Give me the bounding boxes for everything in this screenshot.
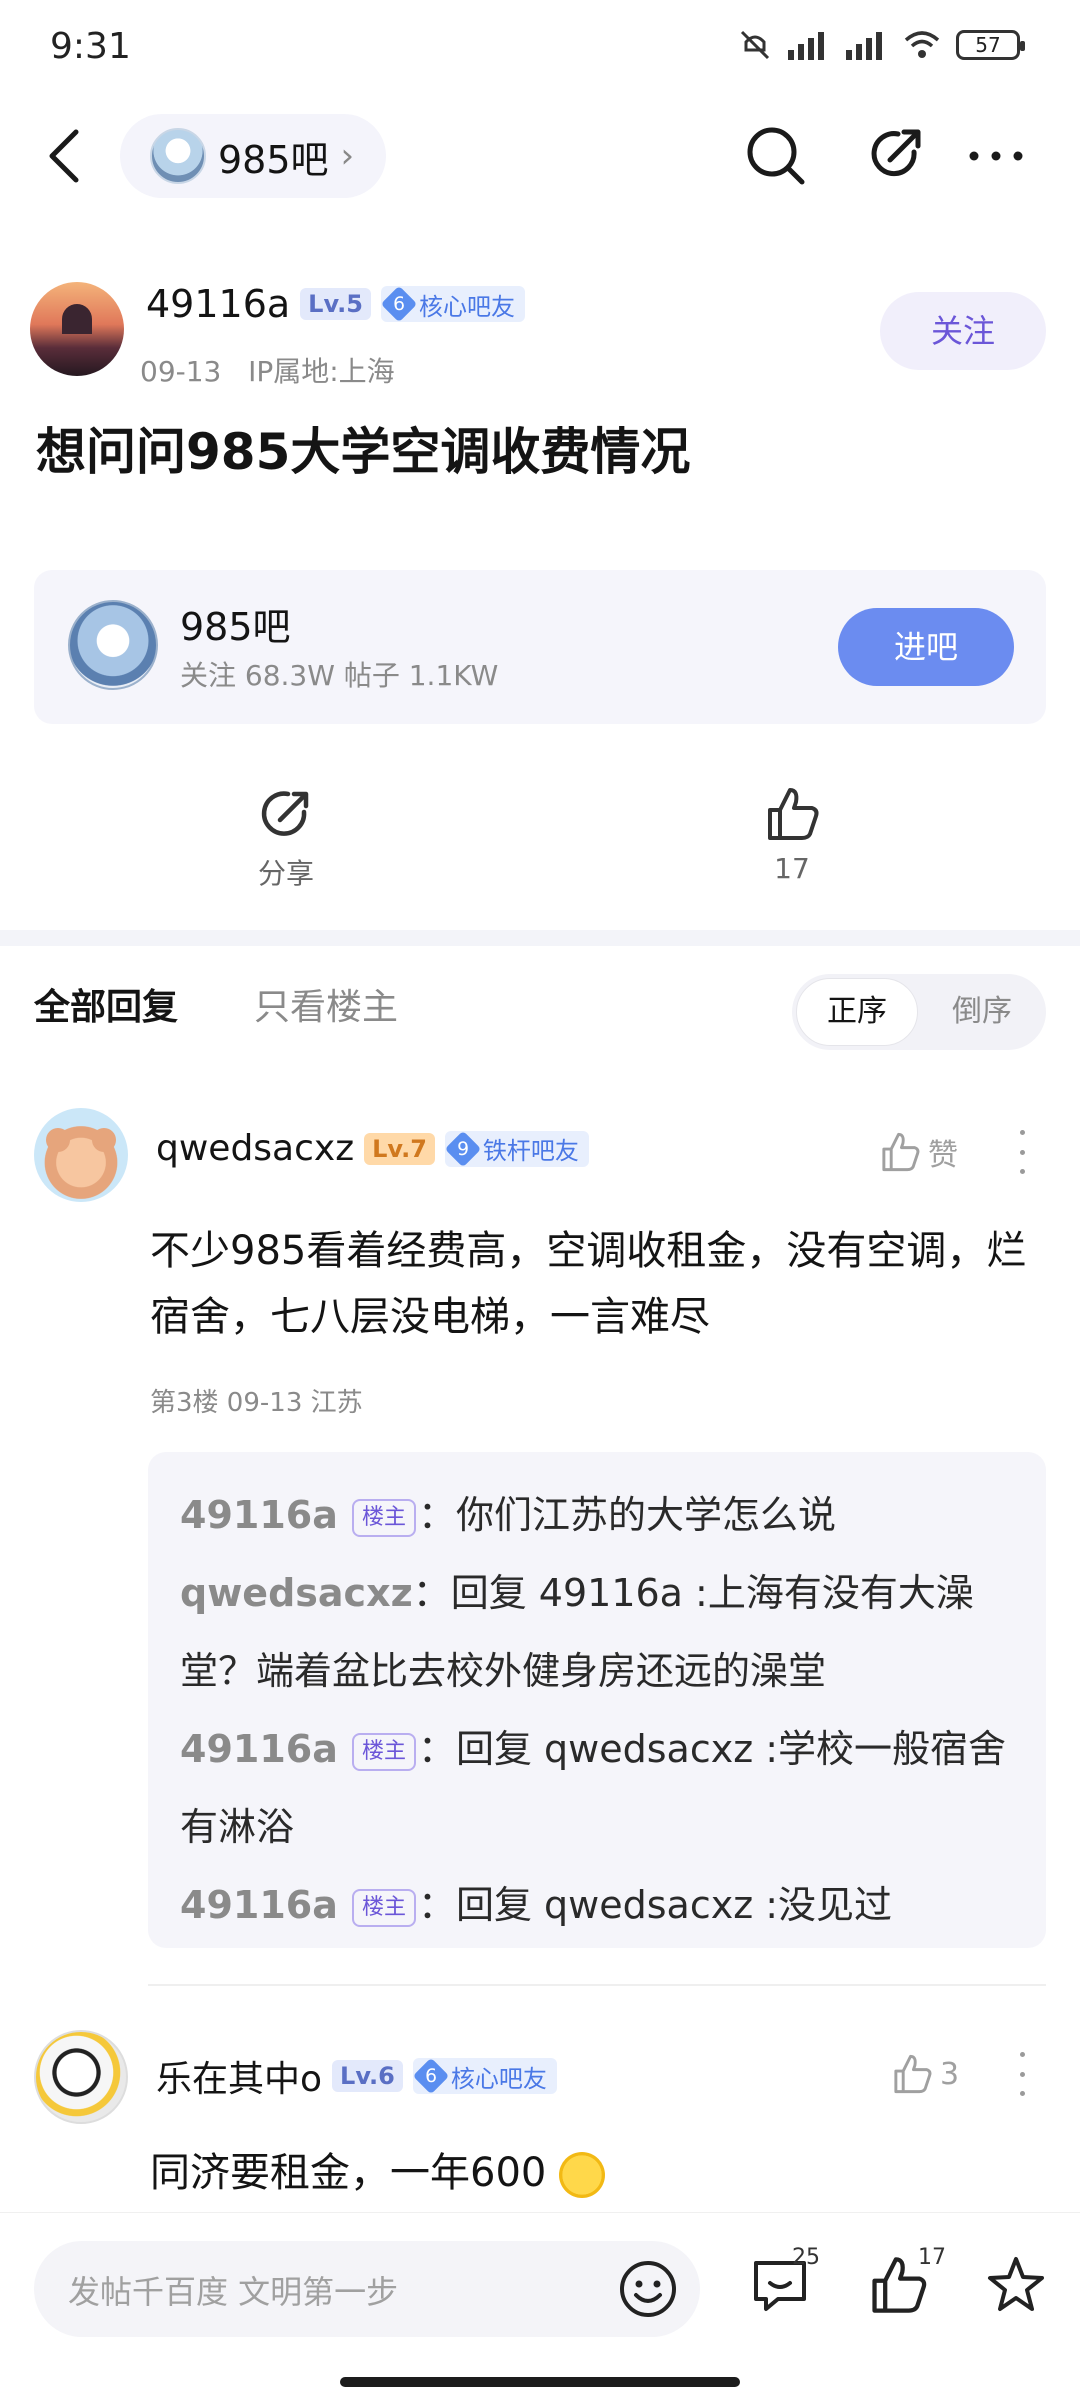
battery-icon: 57	[956, 30, 1025, 60]
reply-text: ：你们江苏的大学怎么说	[417, 1493, 836, 1537]
forum-pill[interactable]: 985吧 ›	[120, 114, 386, 198]
thumbs-up-icon	[882, 1132, 920, 1172]
mute-icon	[740, 30, 770, 60]
reply-item[interactable]: qwedsacxz：回复 49116a :上海有没有大澡堂？端着盆比去校外健身房…	[180, 1554, 1030, 1710]
share-action[interactable]: 分享	[216, 784, 356, 892]
level-badge: Lv.5	[300, 288, 371, 320]
reply-item[interactable]: 49116a 楼主 ：回复 qwedsacxz :没见过	[180, 1866, 1030, 1944]
commenter-name[interactable]: qwedsacxz	[156, 1128, 354, 1169]
badge-number: 9	[456, 1137, 469, 1160]
post-meta: 09-13 IP属地:上海	[140, 350, 395, 390]
emoji-icon[interactable]	[618, 2259, 678, 2319]
bottom-bar: 发帖千百度 文明第一步 25 17	[0, 2212, 1080, 2400]
comment-text: 不少985看着经费高，空调收租金，没有空调，烂宿舍，七八层没电梯，一言难尽	[150, 1228, 1027, 1340]
comment-divider	[148, 1984, 1046, 1986]
signal-icon-2	[846, 32, 882, 60]
reply-author[interactable]: 49116a	[180, 1883, 338, 1927]
reply-composer[interactable]: 发帖千百度 文明第一步	[34, 2241, 700, 2337]
like-count: 3	[940, 2056, 960, 2092]
comment-count: 25	[792, 2245, 820, 2270]
level-badge: Lv.6	[332, 2060, 403, 2092]
commenter-name[interactable]: 乐在其中o	[156, 2050, 322, 2102]
reply-author[interactable]: 49116a	[180, 1493, 338, 1537]
sort-toggle: 正序 倒序	[792, 974, 1046, 1050]
forum-card-avatar	[68, 600, 158, 690]
commenter-info: 乐在其中o Lv.6 6 核心吧友	[156, 2050, 557, 2102]
status-time: 9:31	[50, 26, 131, 67]
like-count: 17	[774, 852, 810, 885]
thumbs-up-icon	[894, 2054, 932, 2094]
signal-icon	[788, 32, 824, 60]
member-badge: 6 核心吧友	[380, 285, 525, 323]
level-badge: Lv.7	[364, 1132, 435, 1165]
reply-item[interactable]: 49116a 楼主 ：回复 qwedsacxz :学校一般宿舍有淋浴	[180, 1710, 1030, 1866]
thumbs-up-icon	[768, 788, 819, 840]
tab-all-replies[interactable]: 全部回复	[34, 978, 178, 1030]
comment-like-button[interactable]: 赞	[878, 1130, 958, 1174]
chevron-right-icon: ›	[340, 136, 355, 176]
status-bar: 9:31 57	[0, 0, 1080, 100]
post-title: 想问问985大学空调收费情况	[36, 423, 691, 481]
enter-forum-button[interactable]: 进吧	[838, 608, 1014, 686]
op-tag: 楼主	[351, 1732, 416, 1771]
share-icon	[261, 791, 309, 836]
commenter-avatar[interactable]	[34, 2030, 128, 2124]
post-ip: IP属地:上海	[248, 355, 395, 388]
op-tag: 楼主	[351, 1498, 416, 1537]
back-arrow-icon[interactable]	[40, 126, 92, 186]
badge-number: 6	[393, 293, 405, 315]
comment-more-icon[interactable]	[1012, 2052, 1032, 2096]
reply-author[interactable]: 49116a	[180, 1727, 338, 1771]
like-action[interactable]: 17	[722, 784, 862, 885]
like-count: 17	[918, 2245, 946, 2270]
forum-card[interactable]: 985吧 关注 68.3W 帖子 1.1KW 进吧	[34, 570, 1046, 724]
home-indicator[interactable]	[340, 2377, 740, 2387]
forum-avatar	[150, 128, 206, 184]
wifi-icon	[904, 31, 940, 58]
share-label: 分享	[257, 857, 314, 890]
tab-op-only[interactable]: 只看楼主	[254, 978, 398, 1030]
commenter-info: qwedsacxz Lv.7 9 铁杆吧友	[156, 1128, 589, 1169]
op-tag: 楼主	[351, 1888, 416, 1927]
section-divider	[0, 930, 1080, 946]
post-date: 09-13	[140, 355, 222, 388]
comment-meta: 第3楼 09-13 江苏	[150, 1388, 363, 1418]
member-badge: 6 核心吧友	[412, 2057, 557, 2095]
reply-author[interactable]: qwedsacxz	[180, 1571, 413, 1615]
author-name[interactable]: 49116a	[146, 282, 290, 326]
follow-button[interactable]: 关注	[880, 292, 1046, 370]
like-label: 赞	[928, 1138, 958, 1173]
comment-like-button[interactable]: 3	[890, 2052, 959, 2096]
sort-asc-button[interactable]: 正序	[796, 978, 918, 1046]
comment-more-icon[interactable]	[1012, 1130, 1032, 1174]
comment-text: 同济要租金，一年600	[150, 2140, 1030, 2206]
forum-card-name: 985吧	[180, 605, 291, 649]
star-icon[interactable]	[984, 2253, 1048, 2317]
member-badge: 9 铁杆吧友	[444, 1130, 589, 1167]
search-icon[interactable]	[742, 122, 810, 190]
badge-label: 核心吧友	[450, 2064, 547, 2093]
sort-desc-button[interactable]: 倒序	[922, 978, 1042, 1046]
badge-label: 核心吧友	[418, 292, 515, 321]
reply-text: ：回复 qwedsacxz :没见过	[417, 1883, 893, 1927]
composer-placeholder: 发帖千百度 文明第一步	[68, 2273, 399, 2311]
author-avatar[interactable]	[30, 282, 124, 376]
status-icons: 57	[738, 28, 1025, 62]
author-info: 49116a Lv.5 6 核心吧友	[146, 282, 525, 326]
reply-thread[interactable]: 49116a 楼主 ：你们江苏的大学怎么说 qwedsacxz：回复 49116a…	[148, 1452, 1046, 1948]
forum-pill-name: 985吧	[218, 137, 329, 182]
commenter-avatar[interactable]	[34, 1108, 128, 1202]
smile-emoji-icon	[559, 2152, 606, 2198]
badge-number: 6	[424, 2065, 437, 2087]
comment-text-body: 同济要租金，一年600	[150, 2150, 547, 2196]
more-icon[interactable]	[962, 122, 1030, 190]
nav-bar: 985吧 ›	[0, 110, 1080, 200]
badge-label: 铁杆吧友	[482, 1137, 579, 1165]
forum-card-stats: 关注 68.3W 帖子 1.1KW	[180, 659, 499, 692]
reply-item[interactable]: 49116a 楼主 ：你们江苏的大学怎么说	[180, 1476, 1030, 1554]
share-icon[interactable]	[862, 122, 930, 190]
